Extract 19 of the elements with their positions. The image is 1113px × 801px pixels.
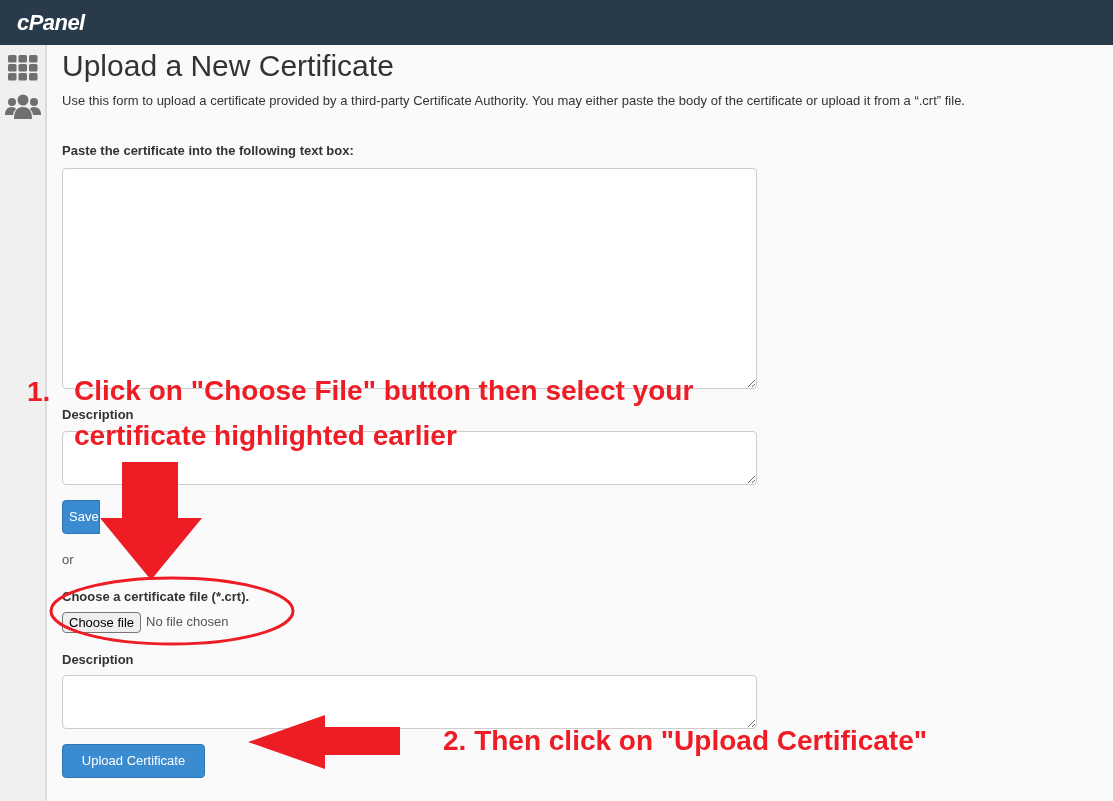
choose-file-button[interactable]: Choose file	[62, 611, 142, 633]
users-icon[interactable]	[4, 93, 41, 119]
page-title: Upload a New Certificate	[62, 48, 395, 84]
field-label: Choose a certificate file (*.crt).	[62, 588, 251, 606]
intro-text: Use this form to upload a certificate provided by a third-party Certificate Authority. You may either paste the body of the certificate or upload it from a “.crt” file.	[62, 92, 965, 110]
save-button[interactable]: Save	[62, 499, 100, 534]
file-status: No file chosen	[146, 613, 229, 632]
annotation-text: Click on "Choose File" button then select your	[74, 376, 694, 406]
annotation-text: certificate highlighted earlier	[74, 421, 458, 451]
annotation-text: 2. Then click on "Upload Certificate"	[443, 724, 927, 758]
grid-icon[interactable]	[7, 55, 38, 81]
logo[interactable]: cPanel	[17, 6, 85, 39]
field-label: Paste the certificate into the following text box:	[62, 141, 355, 160]
field-label: Description	[62, 406, 135, 424]
or-text: or	[62, 550, 75, 569]
upload-button[interactable]: Upload Certificate	[62, 744, 205, 778]
field-label: Description	[62, 650, 135, 669]
step-number: 1.	[27, 375, 51, 409]
description-field[interactable]	[62, 675, 757, 729]
